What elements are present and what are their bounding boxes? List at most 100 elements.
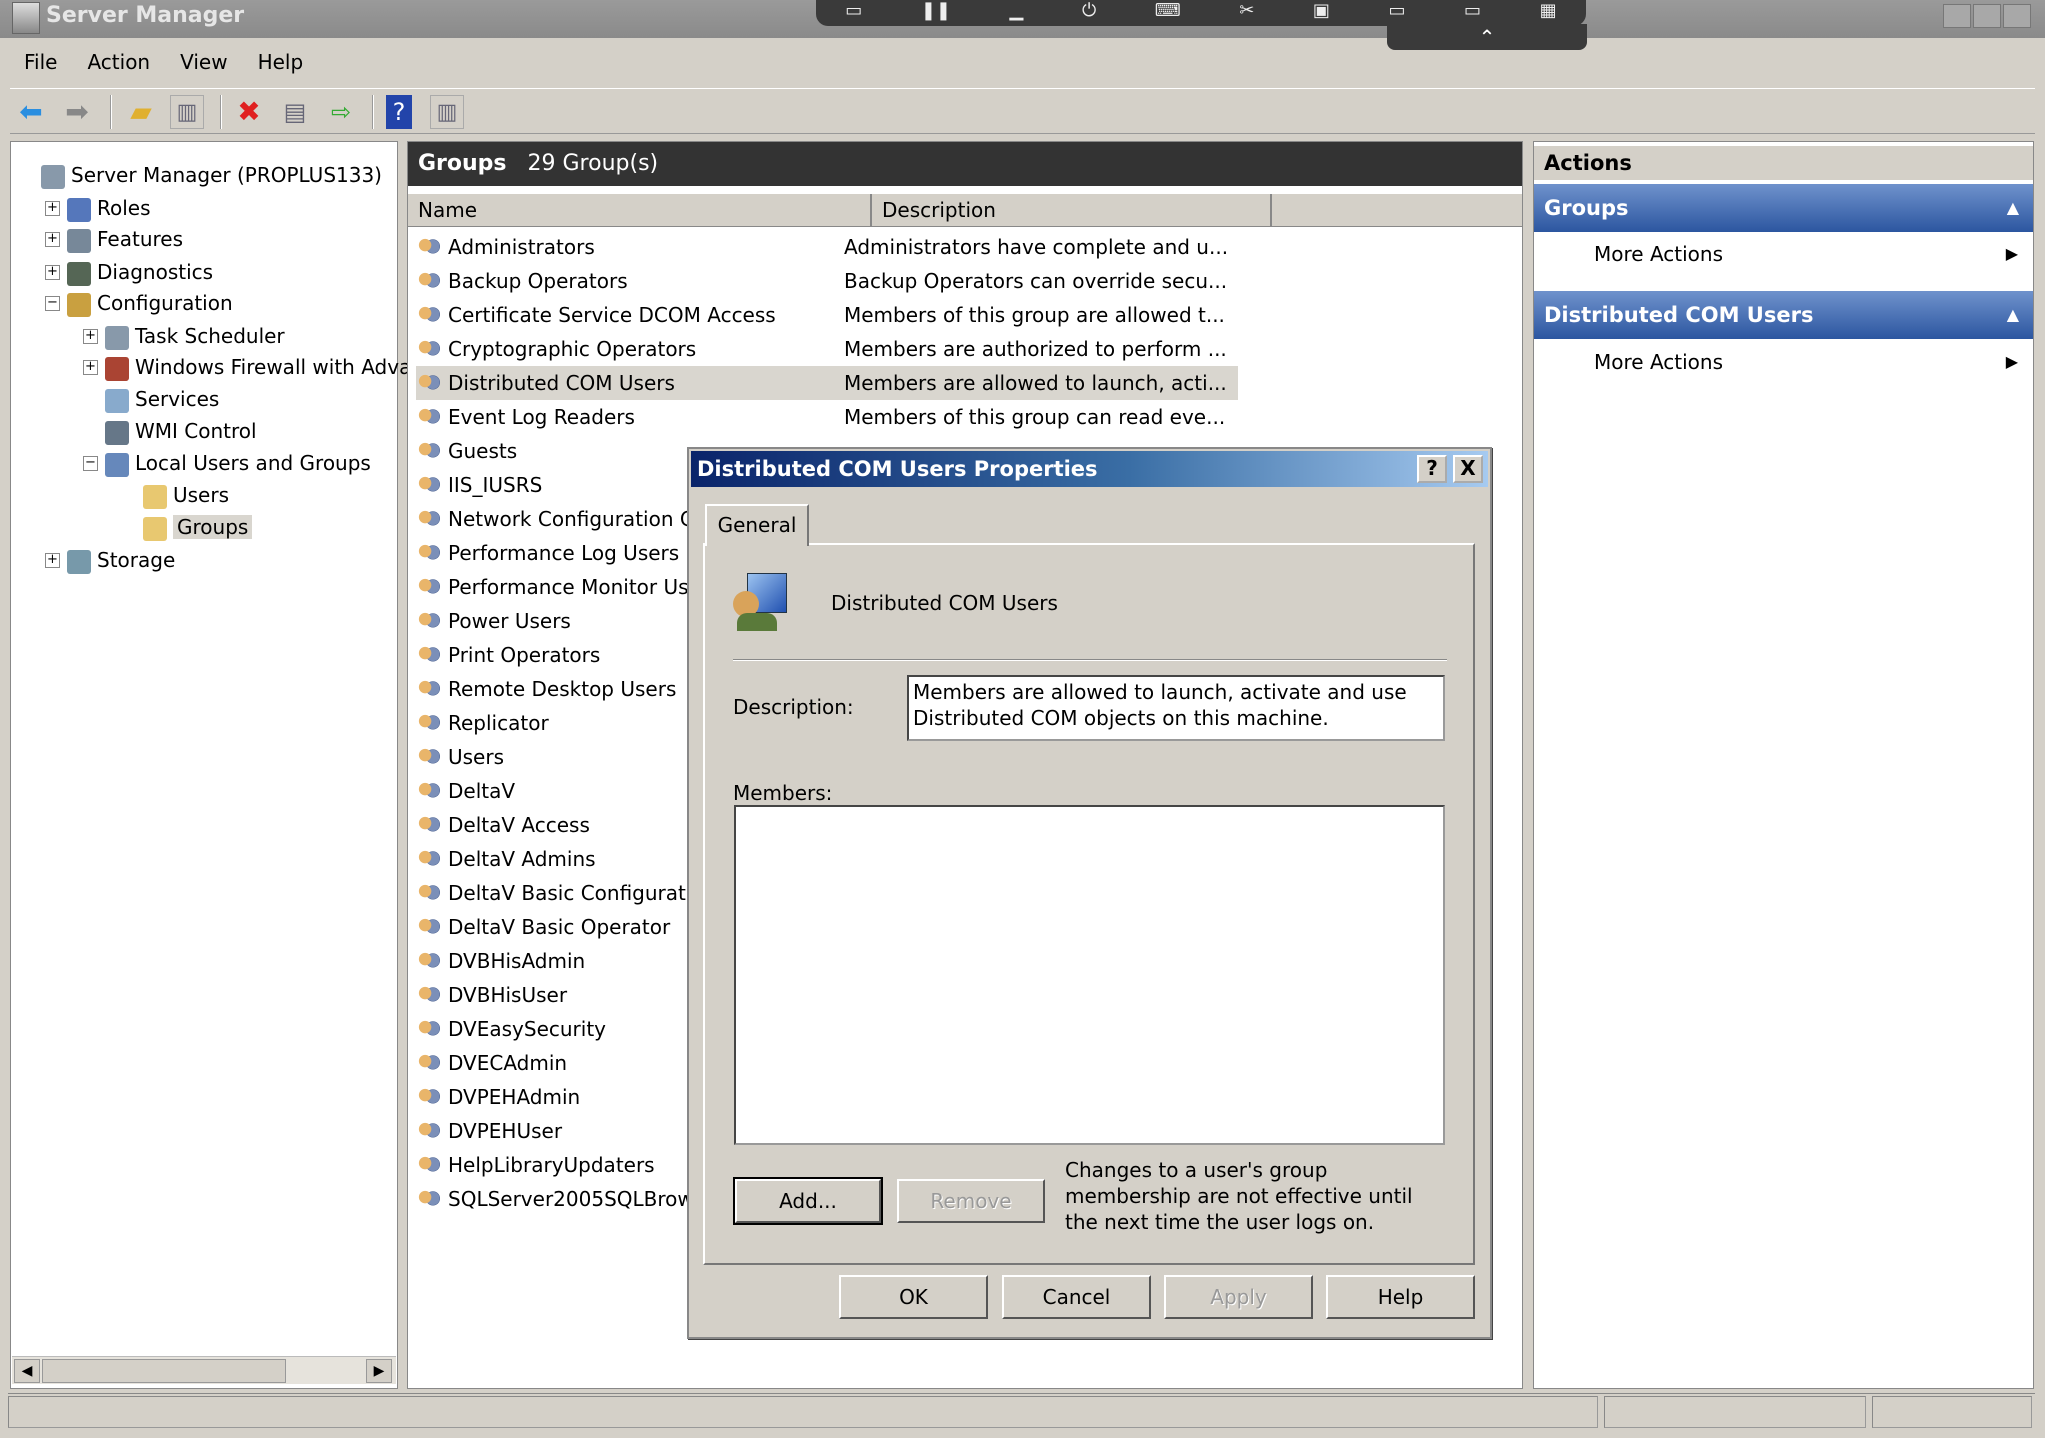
group-icon <box>416 983 442 1010</box>
tree-item-services[interactable]: Services <box>105 384 219 414</box>
window-title: Server Manager <box>46 3 245 28</box>
tree-item-windows-firewall-with-adva[interactable]: + Windows Firewall with Adva <box>83 352 411 382</box>
tree-item-task-scheduler[interactable]: + Task Scheduler <box>83 321 285 351</box>
tree-item-wmi-control[interactable]: WMI Control <box>105 416 257 446</box>
collapse-up-icon[interactable]: ▲ <box>2007 184 2019 232</box>
table-row[interactable]: Distributed COM Users Members are allowed… <box>416 366 1238 400</box>
properties-dialog: Distributed COM Users Properties ? X Gen… <box>687 447 1492 1339</box>
more-actions-distributed-com-users[interactable]: More Actions ▶ <box>1594 347 2024 377</box>
dialog-close-button[interactable]: X <box>1453 455 1483 483</box>
toolbar: ⬅ ➡ ▰ ▥ ✖ ▤ ⇨ ? ▥ <box>10 88 2035 134</box>
node-icon <box>105 356 129 381</box>
help-button[interactable]: Help <box>1326 1275 1475 1319</box>
tree-item-features[interactable]: + Features <box>45 224 183 254</box>
group-icon <box>416 915 442 942</box>
expand-icon[interactable]: + <box>45 201 60 216</box>
table-row[interactable]: Event Log Readers Members of this group c… <box>416 400 1238 434</box>
add-button[interactable]: Add... <box>733 1177 883 1225</box>
folder-icon <box>143 516 167 541</box>
grid-icon[interactable]: ▦ <box>1540 0 1557 26</box>
expand-icon[interactable]: + <box>45 265 60 280</box>
ok-button[interactable]: OK <box>839 1275 988 1319</box>
dialog-help-button[interactable]: ? <box>1417 455 1447 483</box>
group-description: Members of this group are allowed t... <box>844 303 1225 327</box>
table-row[interactable]: Backup Operators Backup Operators can ove… <box>416 264 1238 298</box>
description-field[interactable]: Members are allowed to launch, activate … <box>907 675 1445 741</box>
expand-icon[interactable]: + <box>45 553 60 568</box>
group-icon <box>416 1051 442 1078</box>
group-icon <box>733 573 789 631</box>
minimize-icon[interactable]: ▁ <box>1010 0 1024 26</box>
table-row[interactable]: Administrators Administrators have comple… <box>416 230 1238 264</box>
menu-help[interactable]: Help <box>244 42 320 82</box>
action-section-groups[interactable]: Groups ▲ <box>1534 184 2033 232</box>
menu-file[interactable]: File <box>10 42 73 82</box>
clipboard-icon[interactable]: ▣ <box>1313 0 1330 26</box>
scroll-left-button[interactable]: ◀ <box>14 1359 40 1383</box>
show-hide-action-pane-icon[interactable]: ▥ <box>430 95 464 129</box>
expand-icon[interactable]: + <box>45 232 60 247</box>
collapse-icon[interactable]: − <box>83 456 98 471</box>
minimize-button[interactable] <box>1943 4 1971 28</box>
column-header-name[interactable]: Name <box>408 194 872 227</box>
power-icon[interactable]: ⏻ <box>1082 0 1096 26</box>
group-name: DVPEHUser <box>448 1119 563 1143</box>
tree-item-server-manager-proplus133-[interactable]: Server Manager (PROPLUS133) <box>41 160 382 190</box>
group-name: DVBHisUser <box>448 983 568 1007</box>
group-icon <box>416 371 442 398</box>
collapse-icon[interactable]: − <box>45 296 60 311</box>
tree-item-roles[interactable]: + Roles <box>45 193 151 223</box>
delete-icon[interactable]: ✖ <box>232 95 266 129</box>
tree-item-label: Local Users and Groups <box>135 451 371 475</box>
tree-item-groups[interactable]: Groups <box>143 512 253 542</box>
submenu-arrow-icon: ▶ <box>2005 244 2018 263</box>
apply-button[interactable]: Apply <box>1164 1275 1313 1319</box>
properties-icon[interactable]: ▤ <box>278 95 312 129</box>
tools-icon[interactable]: ✂ <box>1239 0 1254 26</box>
status-bar <box>8 1393 2035 1430</box>
keyboard-icon[interactable]: ⌨ <box>1155 0 1181 26</box>
tree-item-label: Groups <box>173 515 253 539</box>
group-description: Members are authorized to perform ... <box>844 337 1227 361</box>
tab-general[interactable]: General <box>705 504 809 546</box>
pause-icon[interactable]: ❚❚ <box>921 0 951 26</box>
show-hide-tree-icon[interactable]: ▥ <box>170 95 204 129</box>
cancel-button[interactable]: Cancel <box>1002 1275 1151 1319</box>
column-header-description[interactable]: Description <box>872 194 1272 227</box>
group-name: DeltaV Access <box>448 813 590 837</box>
group-name: Distributed COM Users <box>448 371 675 395</box>
tree-item-configuration[interactable]: − Configuration <box>45 288 233 318</box>
expand-icon[interactable]: + <box>83 360 98 375</box>
monitor-icon[interactable]: ▭ <box>845 0 862 26</box>
more-actions-groups[interactable]: More Actions ▶ <box>1594 239 2024 269</box>
tree-horizontal-scrollbar[interactable]: ◀ ▶ <box>12 1356 396 1384</box>
back-arrow-icon[interactable]: ⬅ <box>14 95 48 129</box>
scroll-thumb[interactable] <box>42 1359 286 1383</box>
tree-item-local-users-and-groups[interactable]: − Local Users and Groups <box>83 448 371 478</box>
remove-button[interactable]: Remove <box>897 1179 1045 1223</box>
submenu-arrow-icon: ▶ <box>2005 352 2018 371</box>
export-list-icon[interactable]: ⇨ <box>324 95 358 129</box>
display-icon[interactable]: ▭ <box>1388 0 1405 26</box>
table-row[interactable]: Certificate Service DCOM Access Members o… <box>416 298 1238 332</box>
menu-view[interactable]: View <box>166 42 243 82</box>
action-section-distributed-com-users[interactable]: Distributed COM Users ▲ <box>1534 291 2033 339</box>
menu-action[interactable]: Action <box>73 42 166 82</box>
scroll-right-button[interactable]: ▶ <box>366 1359 392 1383</box>
display-icon[interactable]: ▭ <box>1464 0 1481 26</box>
expand-icon[interactable]: + <box>83 329 98 344</box>
members-list[interactable] <box>734 805 1445 1145</box>
collapse-up-icon[interactable]: ▲ <box>2007 291 2019 339</box>
dialog-title-bar[interactable]: Distributed COM Users Properties ? X <box>691 451 1488 487</box>
forward-arrow-icon[interactable]: ➡ <box>60 95 94 129</box>
close-button[interactable] <box>2003 4 2031 28</box>
tree-item-users[interactable]: Users <box>143 480 229 510</box>
group-name: DVEasySecurity <box>448 1017 607 1041</box>
tree-item-storage[interactable]: + Storage <box>45 545 175 575</box>
group-icon <box>416 1187 442 1214</box>
up-folder-icon[interactable]: ▰ <box>124 95 158 129</box>
help-icon[interactable]: ? <box>386 95 412 129</box>
tree-item-diagnostics[interactable]: + Diagnostics <box>45 257 213 287</box>
table-row[interactable]: Cryptographic Operators Members are autho… <box>416 332 1238 366</box>
maximize-button[interactable] <box>1973 4 2001 28</box>
